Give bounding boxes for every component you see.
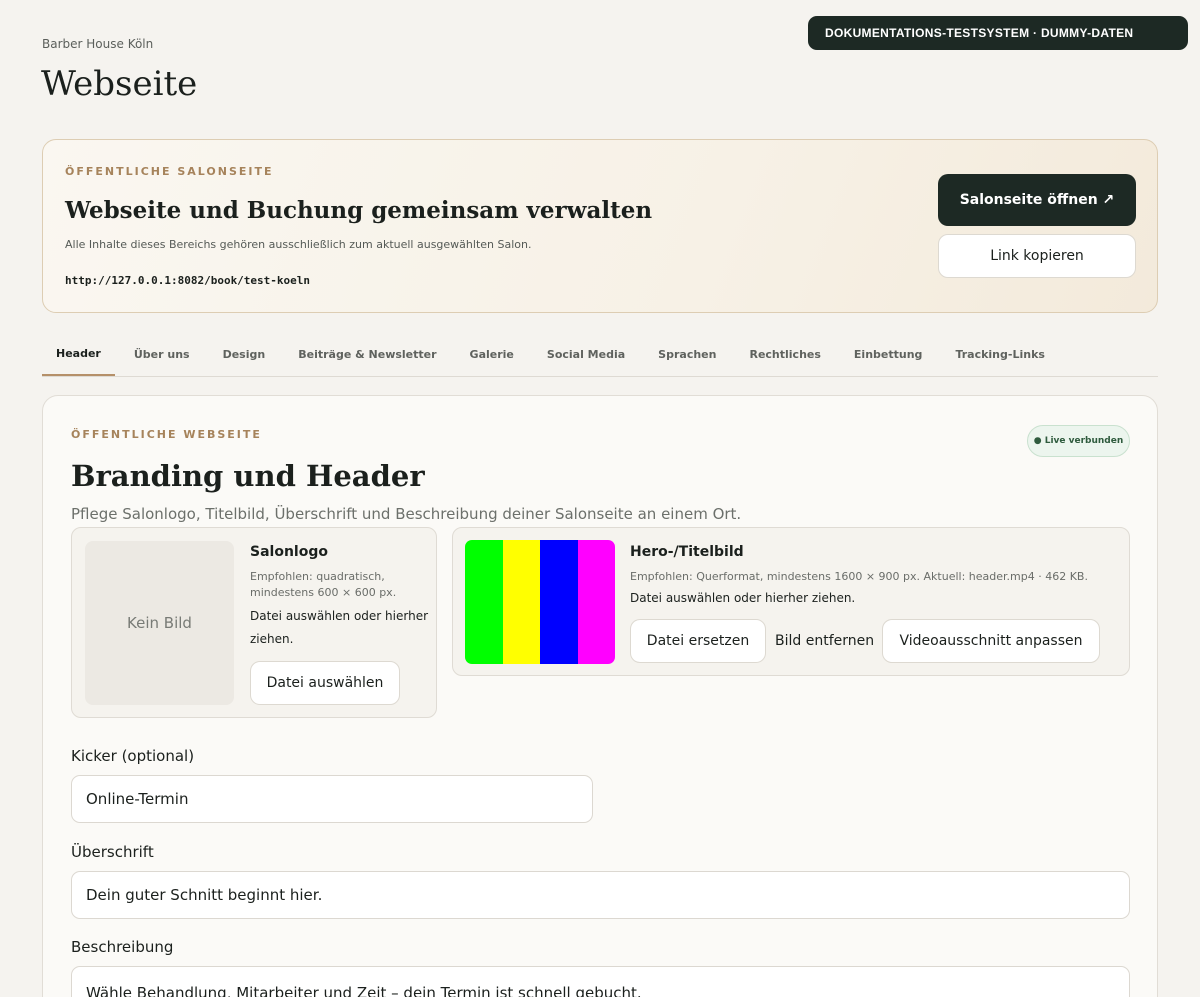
hero-kicker: ÖFFENTLICHE SALONSEITE bbox=[65, 165, 274, 178]
color-bar bbox=[577, 540, 615, 664]
select-file-button[interactable]: Datei auswählen bbox=[250, 661, 400, 705]
live-status-badge: ● Live verbunden bbox=[1027, 425, 1130, 457]
kicker-input[interactable]: Online-Termin bbox=[71, 775, 593, 823]
logo-hint-line: Empfohlen: quadratisch, bbox=[250, 570, 385, 583]
logo-drop-line: ziehen. bbox=[250, 632, 294, 646]
tab-header[interactable]: Header bbox=[42, 332, 115, 376]
tab-languages[interactable]: Sprachen bbox=[644, 332, 730, 376]
logo-title: Salonlogo bbox=[250, 544, 328, 560]
tab-legal[interactable]: Rechtliches bbox=[735, 332, 834, 376]
booking-url: http://127.0.0.1:8082/book/test-koeln bbox=[65, 274, 311, 287]
environment-badge: DOKUMENTATIONS-TESTSYSTEM · DUMMY-DATEN bbox=[808, 16, 1188, 50]
tab-social-media[interactable]: Social Media bbox=[533, 332, 639, 376]
open-salon-page-button[interactable]: Salonseite öffnen ↗ bbox=[938, 174, 1136, 226]
hero-image-hint: Empfohlen: Querformat, mindestens 1600 ×… bbox=[630, 570, 1088, 583]
logo-hint-line: mindestens 600 × 600 px. bbox=[250, 586, 397, 599]
hero-heading: Webseite und Buchung gemeinsam verwalten bbox=[65, 197, 653, 224]
tab-gallery[interactable]: Galerie bbox=[456, 332, 528, 376]
tab-embedding[interactable]: Einbettung bbox=[840, 332, 937, 376]
remove-image-button[interactable]: Bild entfernen bbox=[775, 619, 874, 663]
description-textarea[interactable]: Wähle Behandlung, Mitarbeiter und Zeit –… bbox=[71, 966, 1130, 997]
hero-description: Alle Inhalte dieses Bereichs gehören aus… bbox=[65, 238, 532, 251]
breadcrumb[interactable]: Barber House Köln bbox=[42, 37, 153, 51]
hero-image-title: Hero-/Titelbild bbox=[630, 544, 744, 560]
logo-drop-line: Datei auswählen oder hierher bbox=[250, 609, 429, 623]
public-salon-page-card: ÖFFENTLICHE SALONSEITE Webseite und Buch… bbox=[42, 139, 1158, 313]
kicker-field-label: Kicker (optional) bbox=[71, 747, 195, 765]
description-field-label: Beschreibung bbox=[71, 938, 174, 956]
section-title: Branding und Header bbox=[71, 459, 425, 493]
headline-input[interactable]: Dein guter Schnitt beginnt hier. bbox=[71, 871, 1130, 919]
page-title: Webseite bbox=[41, 64, 198, 104]
section-description: Pflege Salonlogo, Titelbild, Überschrift… bbox=[71, 505, 742, 523]
website-tabs: Header Über uns Design Beiträge & Newsle… bbox=[42, 332, 1158, 377]
tab-tracking-links[interactable]: Tracking-Links bbox=[941, 332, 1059, 376]
color-bar bbox=[465, 540, 503, 664]
hero-image-drop-hint: Datei auswählen oder hierher ziehen. bbox=[630, 591, 856, 605]
hero-image-upload[interactable]: Hero-/Titelbild Empfohlen: Querformat, m… bbox=[452, 527, 1130, 676]
headline-field-label: Überschrift bbox=[71, 843, 154, 861]
color-bar bbox=[540, 540, 578, 664]
tab-posts-newsletter[interactable]: Beiträge & Newsletter bbox=[284, 332, 450, 376]
copy-link-button[interactable]: Link kopieren bbox=[938, 234, 1136, 278]
hero-video-thumbnail bbox=[465, 540, 615, 664]
logo-hint: Empfohlen: quadratisch, mindestens 600 ×… bbox=[250, 569, 396, 601]
logo-drop-hint: Datei auswählen oder hierher ziehen. bbox=[250, 605, 428, 651]
replace-file-button[interactable]: Datei ersetzen bbox=[630, 619, 766, 663]
tab-design[interactable]: Design bbox=[209, 332, 280, 376]
section-kicker: ÖFFENTLICHE WEBSEITE bbox=[71, 428, 262, 441]
salon-logo-upload[interactable]: Kein Bild Salonlogo Empfohlen: quadratis… bbox=[71, 527, 437, 718]
adjust-video-crop-button[interactable]: Videoausschnitt anpassen bbox=[882, 619, 1100, 663]
logo-placeholder: Kein Bild bbox=[85, 541, 234, 705]
branding-header-card: ÖFFENTLICHE WEBSEITE ● Live verbunden Br… bbox=[42, 395, 1158, 997]
color-bar bbox=[502, 540, 540, 664]
tab-about-us[interactable]: Über uns bbox=[120, 332, 204, 376]
